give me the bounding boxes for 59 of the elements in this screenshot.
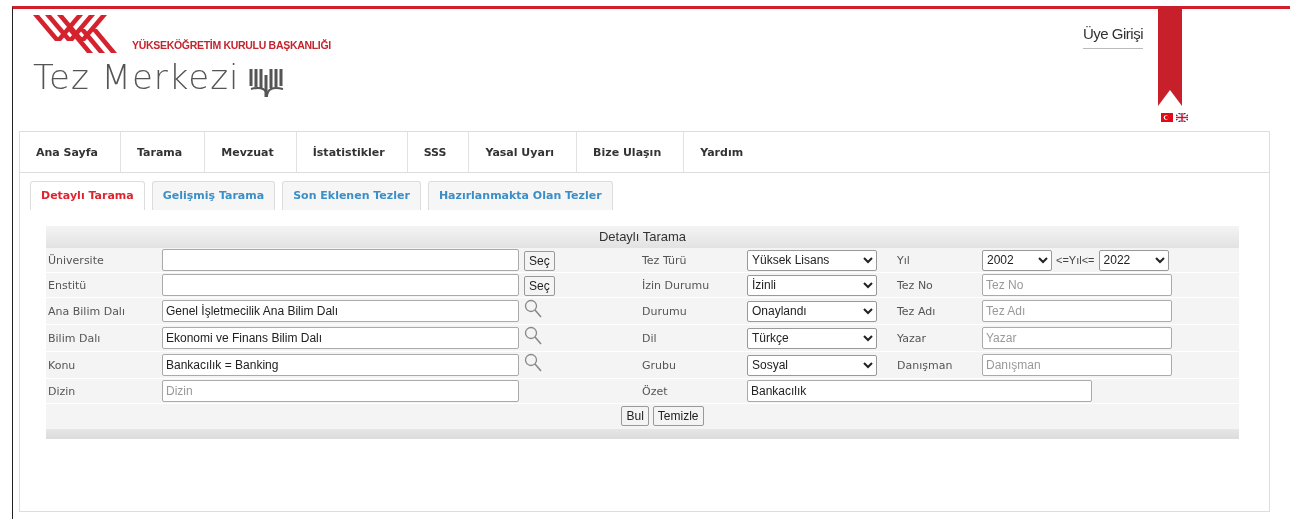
login-link[interactable]: Üye Girişi bbox=[1083, 25, 1143, 49]
field-label: Dil bbox=[642, 324, 747, 352]
range-separator: <=Yıl<= bbox=[1056, 254, 1095, 266]
search-icon[interactable] bbox=[524, 326, 542, 346]
field-label: Ana Bilim Dalı bbox=[46, 297, 162, 325]
field-label: Özet bbox=[642, 378, 747, 404]
field-label: Enstitü bbox=[46, 272, 162, 298]
input-field[interactable]: Danışman bbox=[982, 354, 1172, 376]
tab[interactable]: Detaylı Tarama bbox=[30, 181, 145, 210]
input-field[interactable]: Bankacılık = Banking bbox=[162, 354, 519, 376]
nav-link[interactable]: Tarama bbox=[121, 132, 206, 172]
books-icon bbox=[249, 67, 286, 97]
dropdown-field[interactable]: 2022 bbox=[1098, 249, 1169, 271]
input-field[interactable]: Dizin bbox=[162, 380, 519, 402]
input-field[interactable]: Tez No bbox=[982, 274, 1172, 296]
nav-link[interactable]: Yardım bbox=[684, 132, 766, 172]
turkish-flag-icon[interactable] bbox=[1161, 113, 1173, 122]
dropdown-field[interactable]: Türkçe bbox=[747, 327, 877, 349]
field-label: Tez Adı bbox=[897, 297, 982, 325]
organization-name: YÜKSEKÖĞRETİM KURULU BAŞKANLIĞI bbox=[132, 39, 331, 51]
search-icon[interactable] bbox=[524, 353, 542, 373]
field-label: Yazar bbox=[897, 324, 982, 352]
field-label: Danışman bbox=[897, 351, 982, 379]
input-field[interactable]: Ekonomi ve Finans Bilim Dalı bbox=[162, 327, 519, 349]
input-field[interactable]: Yazar bbox=[982, 327, 1172, 349]
dropdown-field[interactable]: Sosyal bbox=[747, 354, 877, 376]
uk-flag-icon[interactable] bbox=[1176, 113, 1188, 122]
field-label: İzin Durumu bbox=[642, 272, 747, 298]
input-field[interactable]: Bankacılık bbox=[747, 380, 1092, 402]
nav-link[interactable]: Yasal Uyarı bbox=[469, 132, 578, 172]
input-field[interactable]: Genel İşletmecilik Ana Bilim Dalı bbox=[162, 300, 519, 322]
field-label: Bilim Dalı bbox=[46, 324, 162, 352]
field-label: Yıl bbox=[897, 248, 982, 273]
field-label: Tez Türü bbox=[642, 248, 747, 273]
input-field[interactable] bbox=[162, 274, 519, 296]
select-button[interactable]: Seç bbox=[524, 250, 555, 271]
dropdown-field[interactable]: 2002 bbox=[982, 249, 1052, 271]
form-button[interactable]: Temizle bbox=[652, 406, 704, 426]
nav-link[interactable]: İstatistikler bbox=[296, 132, 408, 172]
nav-link[interactable]: Mevzuat bbox=[205, 132, 297, 172]
select-button[interactable]: Seç bbox=[524, 275, 555, 296]
form-button[interactable]: Bul bbox=[621, 406, 649, 426]
field-label: Üniversite bbox=[46, 248, 162, 273]
field-label: Durumu bbox=[642, 297, 747, 325]
form-title: Detaylı Tarama bbox=[46, 226, 1239, 248]
field-label: Tez No bbox=[897, 272, 982, 298]
field-label: Grubu bbox=[642, 351, 747, 379]
nav-link[interactable]: Bize Ulaşın bbox=[577, 132, 685, 172]
input-field[interactable] bbox=[162, 249, 519, 271]
field-label: Konu bbox=[46, 351, 162, 379]
dropdown-field[interactable]: Yüksek Lisans bbox=[747, 249, 877, 271]
dropdown-field[interactable]: İzinli bbox=[747, 274, 877, 296]
dropdown-field[interactable]: Onaylandı bbox=[747, 300, 877, 322]
site-title: Tez Merkezi bbox=[33, 57, 240, 97]
nav-link[interactable]: SSS bbox=[407, 132, 470, 172]
nav-link[interactable]: Ana Sayfa bbox=[20, 132, 121, 172]
input-field[interactable]: Tez Adı bbox=[982, 300, 1172, 322]
search-icon[interactable] bbox=[524, 299, 542, 319]
field-label: Dizin bbox=[46, 378, 162, 404]
